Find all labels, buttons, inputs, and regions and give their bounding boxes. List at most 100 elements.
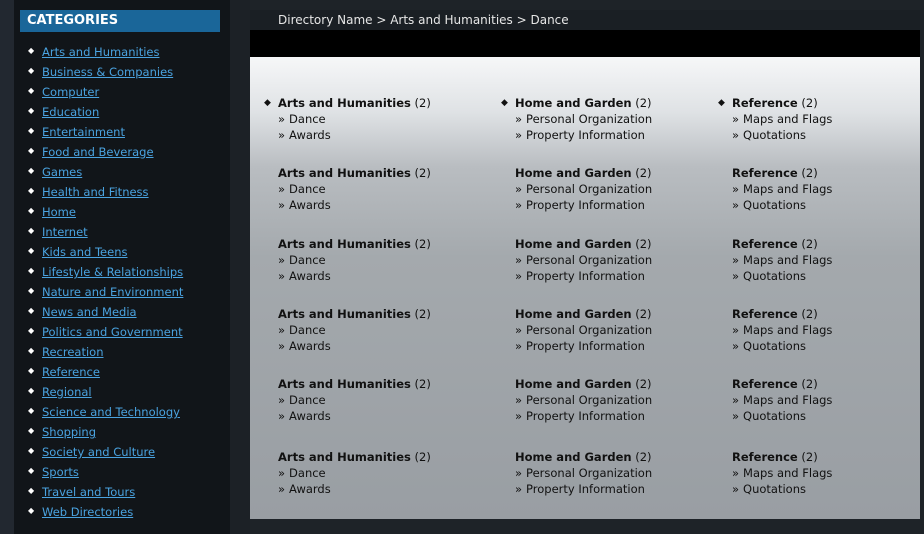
directory-subcategory-link[interactable]: Property Information <box>526 128 645 142</box>
sidebar-category-link[interactable]: Computer <box>42 85 99 99</box>
sidebar-category-link[interactable]: Society and Culture <box>42 445 155 459</box>
directory-category-title[interactable]: Home and Garden (2) <box>515 165 715 181</box>
sidebar-category-link[interactable]: News and Media <box>42 305 137 319</box>
directory-category-name[interactable]: Arts and Humanities <box>278 307 411 321</box>
sidebar-category-link[interactable]: Lifestyle & Relationships <box>42 265 183 279</box>
directory-category-name[interactable]: Reference <box>732 450 798 464</box>
sidebar-category-item[interactable]: ◆ Reference <box>28 361 183 381</box>
directory-category-name[interactable]: Reference <box>732 96 798 110</box>
directory-subcategory-item[interactable]: » Dance <box>278 322 478 338</box>
directory-category-title[interactable]: Arts and Humanities (2) <box>278 236 478 252</box>
directory-category-title[interactable]: Arts and Humanities (2) <box>278 449 478 465</box>
sidebar-category-item[interactable]: ◆ Internet <box>28 221 183 241</box>
directory-category-title[interactable]: ◆ Arts and Humanities (2) <box>264 95 478 111</box>
directory-subcategory-item[interactable]: » Personal Organization <box>515 322 715 338</box>
directory-subcategory-item[interactable]: » Quotations <box>732 481 924 497</box>
directory-subcategory-item[interactable]: » Maps and Flags <box>732 465 924 481</box>
sidebar-category-link[interactable]: Reference <box>42 365 100 379</box>
directory-subcategory-item[interactable]: » Property Information <box>515 338 715 354</box>
directory-subcategory-item[interactable]: » Property Information <box>515 408 715 424</box>
sidebar-category-item[interactable]: ◆ Recreation <box>28 341 183 361</box>
directory-subcategory-item[interactable]: » Property Information <box>515 197 715 213</box>
directory-subcategory-link[interactable]: Personal Organization <box>526 182 652 196</box>
sidebar-category-link[interactable]: Travel and Tours <box>42 485 135 499</box>
directory-category-name[interactable]: Arts and Humanities <box>278 166 411 180</box>
directory-subcategory-link[interactable]: Property Information <box>526 482 645 496</box>
directory-category-name[interactable]: Home and Garden <box>515 450 632 464</box>
sidebar-category-link[interactable]: Regional <box>42 385 92 399</box>
directory-subcategory-link[interactable]: Property Information <box>526 198 645 212</box>
directory-subcategory-item[interactable]: » Dance <box>278 111 478 127</box>
sidebar-category-item[interactable]: ◆ Kids and Teens <box>28 241 183 261</box>
directory-subcategory-item[interactable]: » Awards <box>278 408 478 424</box>
directory-category-title[interactable]: Arts and Humanities (2) <box>278 306 478 322</box>
directory-subcategory-link[interactable]: Awards <box>289 269 331 283</box>
directory-category-name[interactable]: Home and Garden <box>515 377 632 391</box>
directory-subcategory-link[interactable]: Dance <box>289 466 326 480</box>
sidebar-category-item[interactable]: ◆ Education <box>28 101 183 121</box>
sidebar-category-link[interactable]: Sports <box>42 465 79 479</box>
directory-subcategory-link[interactable]: Awards <box>289 198 331 212</box>
directory-category-title[interactable]: Arts and Humanities (2) <box>278 165 478 181</box>
directory-subcategory-link[interactable]: Personal Organization <box>526 323 652 337</box>
directory-category-name[interactable]: Arts and Humanities <box>278 377 411 391</box>
directory-subcategory-link[interactable]: Maps and Flags <box>743 466 832 480</box>
directory-subcategory-item[interactable]: » Personal Organization <box>515 181 715 197</box>
directory-subcategory-item[interactable]: » Personal Organization <box>515 465 715 481</box>
directory-subcategory-item[interactable]: » Maps and Flags <box>732 252 924 268</box>
sidebar-category-link[interactable]: Kids and Teens <box>42 245 127 259</box>
directory-category-name[interactable]: Reference <box>732 307 798 321</box>
sidebar-category-link[interactable]: Shopping <box>42 425 96 439</box>
directory-subcategory-item[interactable]: » Quotations <box>732 268 924 284</box>
directory-subcategory-link[interactable]: Awards <box>289 128 331 142</box>
sidebar-category-link[interactable]: Food and Beverage <box>42 145 154 159</box>
sidebar-category-link[interactable]: Arts and Humanities <box>42 45 159 59</box>
sidebar-category-item[interactable]: ◆ News and Media <box>28 301 183 321</box>
directory-subcategory-item[interactable]: » Property Information <box>515 268 715 284</box>
directory-subcategory-item[interactable]: » Quotations <box>732 408 924 424</box>
sidebar-category-item[interactable]: ◆ Health and Fitness <box>28 181 183 201</box>
sidebar-category-item[interactable]: ◆ Nature and Environment <box>28 281 183 301</box>
directory-category-title[interactable]: Home and Garden (2) <box>515 449 715 465</box>
directory-category-title[interactable]: ◆ Reference (2) <box>718 95 924 111</box>
sidebar-category-link[interactable]: Internet <box>42 225 88 239</box>
directory-subcategory-link[interactable]: Maps and Flags <box>743 112 832 126</box>
directory-category-title[interactable]: Reference (2) <box>732 165 924 181</box>
sidebar-category-item[interactable]: ◆ Computer <box>28 81 183 101</box>
directory-subcategory-item[interactable]: » Maps and Flags <box>732 392 924 408</box>
sidebar-category-link[interactable]: Recreation <box>42 345 104 359</box>
directory-subcategory-link[interactable]: Quotations <box>743 128 806 142</box>
sidebar-category-item[interactable]: ◆ Entertainment <box>28 121 183 141</box>
directory-category-title[interactable]: Home and Garden (2) <box>515 306 715 322</box>
directory-subcategory-link[interactable]: Personal Organization <box>526 466 652 480</box>
directory-subcategory-link[interactable]: Quotations <box>743 269 806 283</box>
directory-subcategory-link[interactable]: Quotations <box>743 339 806 353</box>
directory-subcategory-link[interactable]: Personal Organization <box>526 253 652 267</box>
directory-category-title[interactable]: Home and Garden (2) <box>515 376 715 392</box>
directory-category-name[interactable]: Arts and Humanities <box>278 450 411 464</box>
directory-subcategory-link[interactable]: Dance <box>289 253 326 267</box>
directory-category-name[interactable]: Reference <box>732 237 798 251</box>
directory-subcategory-item[interactable]: » Property Information <box>515 481 715 497</box>
directory-subcategory-link[interactable]: Dance <box>289 323 326 337</box>
directory-subcategory-link[interactable]: Dance <box>289 393 326 407</box>
sidebar-category-link[interactable]: Games <box>42 165 82 179</box>
sidebar-category-link[interactable]: Entertainment <box>42 125 125 139</box>
directory-category-title[interactable]: Home and Garden (2) <box>515 236 715 252</box>
sidebar-category-item[interactable]: ◆ Society and Culture <box>28 441 183 461</box>
sidebar-category-link[interactable]: Nature and Environment <box>42 285 183 299</box>
directory-subcategory-link[interactable]: Property Information <box>526 339 645 353</box>
sidebar-category-item[interactable]: ◆ Lifestyle & Relationships <box>28 261 183 281</box>
directory-subcategory-link[interactable]: Property Information <box>526 269 645 283</box>
sidebar-category-link[interactable]: Health and Fitness <box>42 185 149 199</box>
directory-category-name[interactable]: Reference <box>732 166 798 180</box>
directory-subcategory-link[interactable]: Awards <box>289 409 331 423</box>
directory-subcategory-link[interactable]: Awards <box>289 482 331 496</box>
directory-category-name[interactable]: Reference <box>732 377 798 391</box>
directory-category-name[interactable]: Home and Garden <box>515 96 632 110</box>
sidebar-category-link[interactable]: Business & Companies <box>42 65 173 79</box>
directory-subcategory-link[interactable]: Quotations <box>743 409 806 423</box>
directory-subcategory-item[interactable]: » Maps and Flags <box>732 322 924 338</box>
directory-subcategory-item[interactable]: » Property Information <box>515 127 715 143</box>
sidebar-category-item[interactable]: ◆ Shopping <box>28 421 183 441</box>
